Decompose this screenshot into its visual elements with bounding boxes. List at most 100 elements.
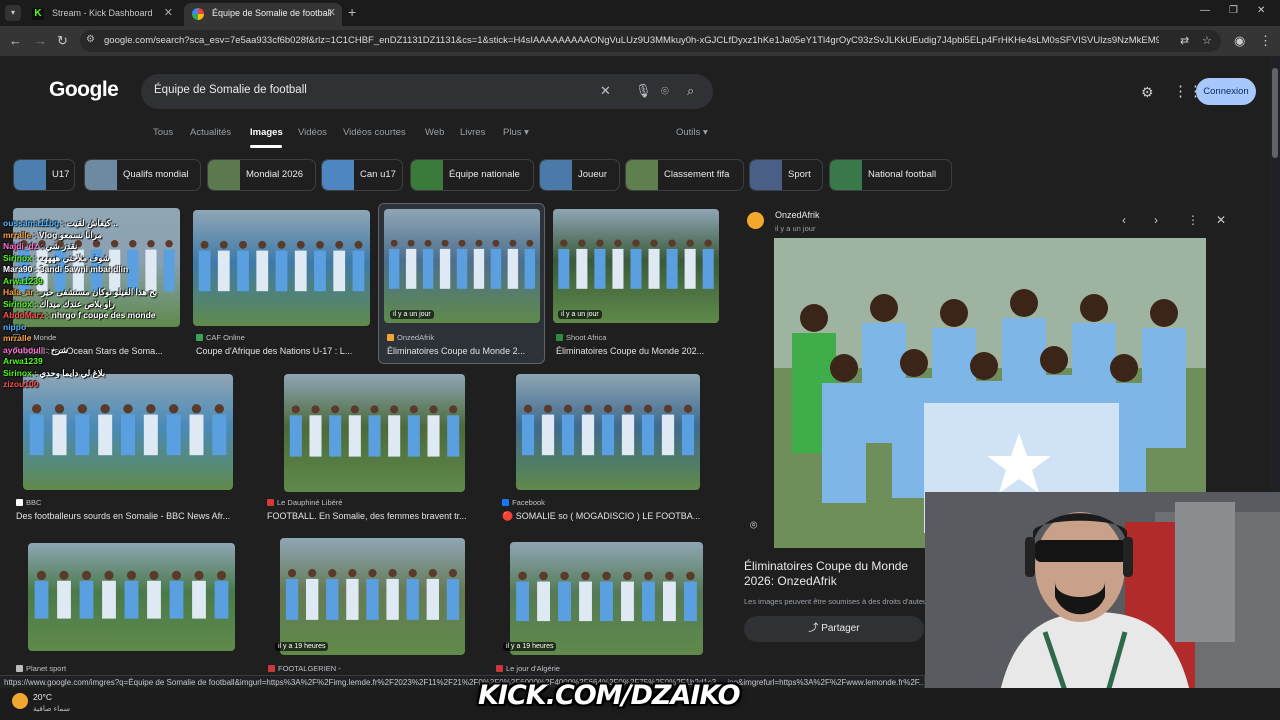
chip-thumbnail xyxy=(626,160,658,190)
signin-button[interactable]: Connexion xyxy=(1196,78,1256,105)
window-close-icon[interactable]: ✕ xyxy=(1257,5,1265,16)
player-figure xyxy=(439,248,451,289)
player-figure xyxy=(102,580,116,619)
reload-icon[interactable]: ↻ xyxy=(57,33,68,49)
player-figure xyxy=(169,580,184,619)
browser-tab-kick[interactable]: K Stream - Kick Dashboard ✕ xyxy=(24,3,179,26)
source-favicon-icon xyxy=(268,665,275,672)
search-input[interactable]: Équipe de Somalie de football xyxy=(154,84,307,96)
back-arrow-icon[interactable]: ← xyxy=(9,33,22,48)
chat-username: Arwa1239 xyxy=(3,275,43,286)
result-image[interactable] xyxy=(280,538,465,655)
result-image[interactable] xyxy=(510,542,703,655)
chip-can-u17[interactable]: Can u17 xyxy=(321,159,403,191)
caret-down-icon: ▾ xyxy=(702,127,708,138)
tab-plus[interactable]: Plus ▾ xyxy=(503,127,529,138)
clear-search-icon[interactable]: ✕ xyxy=(600,83,611,99)
browser-tab-google[interactable]: Équipe de Somalie de football ✕ xyxy=(184,3,342,26)
result-title[interactable]: Coupe d'Afrique des Nations U-17 : L... xyxy=(196,346,370,356)
player-figure xyxy=(405,248,417,289)
tab-videos-courtes[interactable]: Vidéos courtes xyxy=(343,127,406,138)
result-title[interactable]: Des footballeurs sourds en Somalie - BBC… xyxy=(16,511,247,521)
tab-search-button[interactable]: ▾ xyxy=(5,5,21,21)
panel-source[interactable]: OnzedAfrik xyxy=(775,210,820,220)
google-logo[interactable]: Google xyxy=(49,78,119,102)
more-options-icon[interactable]: ⋮ xyxy=(1187,213,1199,227)
forward-arrow-icon[interactable]: → xyxy=(34,33,47,48)
result-image[interactable] xyxy=(516,374,700,490)
tools-button[interactable]: Outils ▾ xyxy=(676,127,708,138)
tab-actualites[interactable]: Actualités xyxy=(190,127,231,138)
result-image[interactable] xyxy=(284,374,465,492)
tab-web[interactable]: Web xyxy=(425,127,444,138)
result-image[interactable] xyxy=(384,209,540,323)
translate-icon[interactable]: ⇄ xyxy=(1180,34,1189,47)
tab-tous[interactable]: Tous xyxy=(153,127,173,138)
profile-icon[interactable]: ◉ xyxy=(1234,33,1245,49)
close-panel-icon[interactable]: ✕ xyxy=(1216,213,1226,227)
address-bar[interactable]: ⚙ google.com/search?sca_esv=7e5aa933cf6b… xyxy=(80,30,1221,52)
result-source: Facebook xyxy=(502,498,712,507)
chip-thumbnail xyxy=(208,160,240,190)
menu-kebab-icon[interactable]: ⋮ xyxy=(1259,33,1272,49)
lens-search-icon[interactable]: ⌾ xyxy=(750,518,757,533)
site-settings-icon[interactable]: ⚙ xyxy=(86,34,95,45)
player-head xyxy=(194,570,204,580)
new-tab-icon[interactable]: + xyxy=(348,4,356,20)
player-figure xyxy=(630,248,642,289)
close-tab-icon[interactable]: ✕ xyxy=(164,3,173,23)
chip-joueur[interactable]: Joueur xyxy=(539,159,620,191)
player-head xyxy=(287,568,297,578)
result-title[interactable]: FOOTBALL. En Somalie, des femmes bravent… xyxy=(267,511,485,521)
search-icon[interactable]: ⌕ xyxy=(687,83,694,99)
tab-images[interactable]: Images xyxy=(250,127,283,138)
result-source: Planet sport xyxy=(16,664,216,673)
chip-equipe-nationale[interactable]: Équipe nationale xyxy=(410,159,534,191)
result-image[interactable] xyxy=(28,543,235,651)
search-box[interactable]: Équipe de Somalie de football ✕ 🎙 ⌾ ⌕ xyxy=(141,74,713,109)
source-favicon-icon xyxy=(502,499,509,506)
panel-title[interactable]: Éliminatoires Coupe du Monde 2026: Onzed… xyxy=(744,559,924,589)
player-head xyxy=(560,239,568,247)
source-name: FOOTALGERIEN - xyxy=(278,664,341,673)
tab-livres[interactable]: Livres xyxy=(460,127,485,138)
chip-classement-fifa[interactable]: Classement fifa xyxy=(625,159,744,191)
close-tab-icon[interactable]: ✕ xyxy=(327,3,336,23)
previous-chevron-icon[interactable]: ‹ xyxy=(1122,213,1126,227)
microphone-icon[interactable]: 🎙 xyxy=(635,83,652,99)
player-head xyxy=(1080,294,1108,322)
player-head xyxy=(354,240,363,249)
tab-videos[interactable]: Vidéos xyxy=(298,127,327,138)
chat-message: nippo xyxy=(3,322,203,334)
restore-icon[interactable]: ❐ xyxy=(1229,5,1238,16)
player-figure xyxy=(407,415,420,457)
chip-label: Can u17 xyxy=(360,169,396,180)
chat-username: Mara90 : xyxy=(3,264,40,274)
result-title[interactable]: Éliminatoires Coupe du Monde 2... xyxy=(387,346,540,356)
chip-national-football[interactable]: National football xyxy=(829,159,952,191)
chip-u17[interactable]: U17 xyxy=(13,159,75,191)
chip-sport[interactable]: Sport xyxy=(749,159,823,191)
player-head xyxy=(214,404,224,414)
next-chevron-icon[interactable]: › xyxy=(1154,213,1158,227)
team-photo xyxy=(558,239,714,289)
chat-text: راو بلاص عندك ميداك xyxy=(39,298,115,309)
scrollbar-thumb[interactable] xyxy=(1272,68,1278,158)
player-figure xyxy=(576,248,588,289)
result-title[interactable]: Éliminatoires Coupe du Monde 202... xyxy=(556,346,719,356)
settings-gear-icon[interactable]: ⚙ xyxy=(1141,84,1154,101)
player-head xyxy=(800,304,828,332)
result-title[interactable]: 🔴 SOMALIE so ( MOGADISCIO ) LE FOOTBA... xyxy=(502,511,716,522)
result-image[interactable] xyxy=(193,210,370,326)
player-head xyxy=(390,405,399,414)
minimize-icon[interactable]: — xyxy=(1200,5,1210,16)
lens-camera-icon[interactable]: ⌾ xyxy=(661,83,669,99)
chat-username: mrralle xyxy=(3,333,32,343)
bookmark-star-icon[interactable]: ☆ xyxy=(1202,34,1212,47)
chip-thumbnail xyxy=(322,160,354,190)
chip-qualifs-mondial[interactable]: Qualifs mondial xyxy=(84,159,201,191)
result-image[interactable] xyxy=(553,209,719,323)
share-button[interactable]: ⤴ Partager xyxy=(744,616,924,642)
chip-mondial-2026[interactable]: Mondial 2026 xyxy=(207,159,316,191)
player-head xyxy=(328,568,337,578)
